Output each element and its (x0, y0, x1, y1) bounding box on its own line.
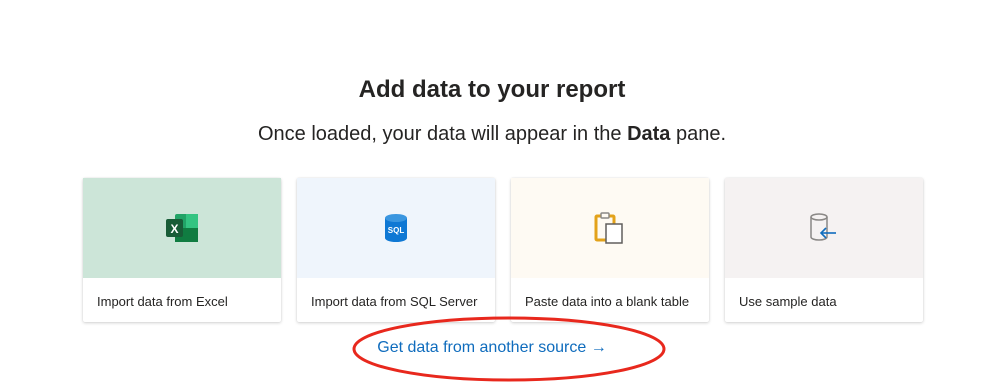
clipboard-paste-icon (594, 211, 626, 245)
import-excel-tile: X (83, 178, 281, 278)
sample-data-tile (725, 178, 923, 278)
import-sql-server-label: Import data from SQL Server (311, 294, 478, 309)
import-excel-card[interactable]: X Import data from Excel (83, 178, 281, 322)
sample-data-label: Use sample data (739, 294, 837, 309)
paste-blank-table-card[interactable]: Paste data into a blank table (511, 178, 709, 322)
paste-blank-table-tile (511, 178, 709, 278)
import-sql-server-card[interactable]: SQL Import data from SQL Server (297, 178, 495, 322)
import-excel-label: Import data from Excel (97, 294, 228, 309)
subheading-bold: Data (627, 123, 671, 145)
svg-text:X: X (170, 222, 178, 236)
svg-text:SQL: SQL (388, 226, 405, 235)
paste-blank-table-label: Paste data into a blank table (525, 294, 690, 309)
add-data-subheading: Once loaded, your data will appear in th… (0, 123, 984, 146)
sql-database-icon: SQL (383, 213, 409, 243)
import-sql-server-tile: SQL (297, 178, 495, 278)
sample-database-icon (807, 211, 841, 245)
subheading-prefix: Once loaded, your data will appear in th… (257, 123, 628, 145)
add-data-heading: Add data to your report (358, 76, 626, 103)
subheading-suffix: pane. (670, 123, 727, 145)
excel-icon: X (165, 213, 199, 243)
get-data-other-source-link[interactable]: Get data from another source → (0, 339, 984, 357)
sample-data-card[interactable]: Use sample data (725, 178, 923, 322)
